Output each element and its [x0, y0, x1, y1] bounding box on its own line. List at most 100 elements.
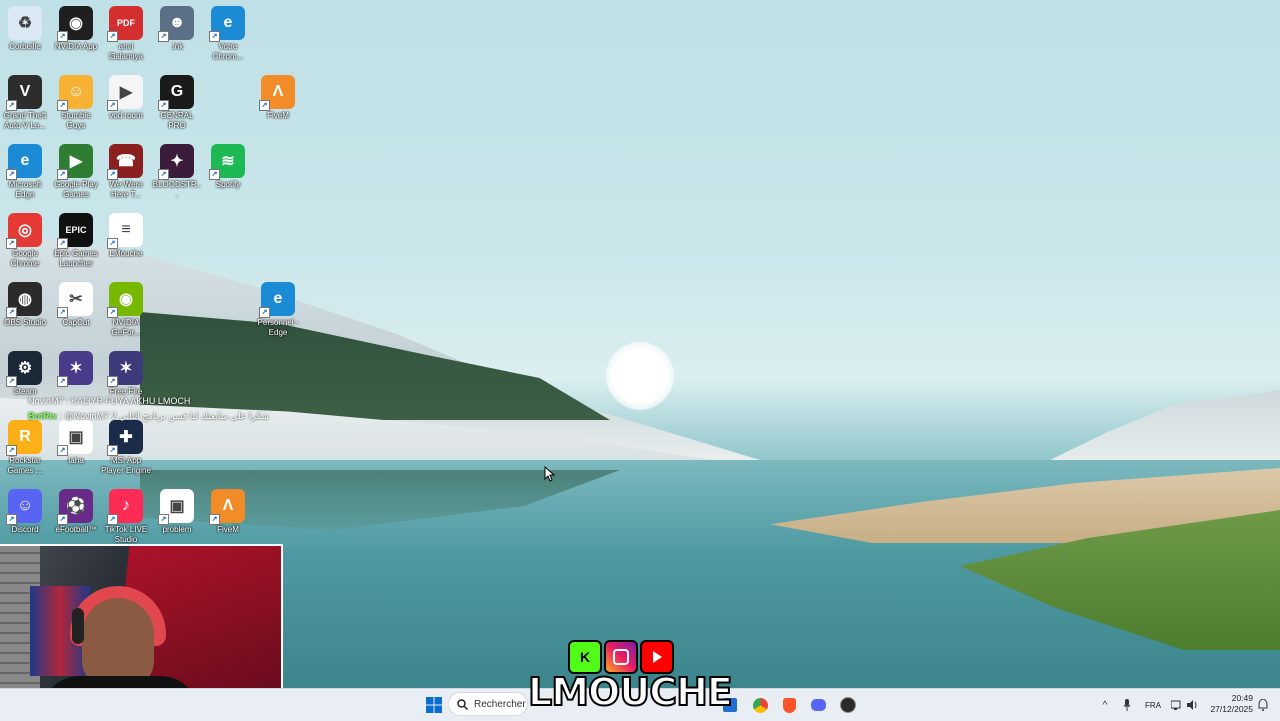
- desktop-icon[interactable]: ♻ Corbeille: [0, 2, 50, 52]
- desktop-icon[interactable]: ✶ ↗ Free Fire: [101, 347, 151, 397]
- shortcut-arrow-icon: ↗: [158, 169, 169, 180]
- desktop-icon-label: We Were Here T...: [109, 180, 143, 199]
- desktop-icon-label: FiveM: [267, 111, 289, 120]
- desktop-icon[interactable]: PDF ↗ anvi l3alamiya: [101, 2, 151, 62]
- shortcut-arrow-icon: ↗: [107, 376, 118, 387]
- windows-icon: [426, 697, 442, 713]
- desktop-icon-label: Google Play Games: [54, 180, 98, 199]
- desktop-icon[interactable]: ☺ ↗ Stumble Guys: [51, 71, 101, 131]
- shortcut-arrow-icon: ↗: [107, 238, 118, 249]
- desktop-icon[interactable]: ≡ ↗ LMouche: [101, 209, 151, 259]
- shortcut-arrow-icon: ↗: [57, 100, 68, 111]
- shortcut-arrow-icon: ↗: [6, 169, 17, 180]
- network-icon[interactable]: [1170, 693, 1184, 717]
- shortcut-arrow-icon: ↗: [57, 445, 68, 456]
- desktop-icon-label: NVIDIA App: [54, 42, 98, 51]
- desktop-icon-label: Discord: [11, 525, 39, 534]
- volume-icon[interactable]: [1186, 693, 1200, 717]
- desktop-icon[interactable]: ◉ ↗ NVIDIA App: [51, 2, 101, 52]
- taskbar-obs-button[interactable]: [838, 693, 858, 717]
- desktop-icon[interactable]: ☻ ↗ .lnk: [152, 2, 202, 52]
- desktop-icon-label: CapCut: [62, 318, 90, 327]
- desktop-icon[interactable]: G ↗ GENRAL PRO: [152, 71, 202, 131]
- desktop-icon[interactable]: R ↗ Rockstar Games ...: [0, 416, 50, 476]
- desktop-icon-label: FiveM: [217, 525, 239, 534]
- desktop-icon-label: .lnk: [170, 42, 184, 51]
- image-file-icon: ▣ ↗: [158, 489, 194, 525]
- language-indicator[interactable]: FRA: [1143, 693, 1163, 717]
- notification-bell-icon[interactable]: [1256, 693, 1270, 717]
- desktop-icon[interactable]: Λ ↗ FiveM: [253, 71, 303, 121]
- desktop-icon[interactable]: ♪ ↗ TikTok LIVE Studio: [101, 485, 151, 545]
- desktop-icon[interactable]: ≋ ↗ Spotify: [203, 140, 253, 190]
- desktop-icon[interactable]: ⚽ ↗ eFootball™: [51, 485, 101, 535]
- desktop-icon[interactable]: ◉ ↗ NVIDIA GeFor...: [101, 278, 151, 338]
- shortcut-arrow-icon: ↗: [209, 31, 220, 42]
- chrome-icon: [752, 697, 768, 713]
- desktop-icon[interactable]: ✦ ↗ BLOODSTR...: [152, 140, 202, 200]
- free-fire-icon: ✶ ↗: [107, 351, 143, 387]
- shortcut-arrow-icon: ↗: [209, 169, 220, 180]
- desktop-icon[interactable]: V ↗ Grand Theft Auto V Le...: [0, 71, 50, 131]
- desktop-icon-label: Epic Games Launcher: [54, 249, 98, 268]
- desktop-icon[interactable]: ⚙ ↗ Steam: [0, 347, 50, 397]
- shortcut-arrow-icon: ↗: [6, 238, 17, 249]
- desktop-icon[interactable]: e ↗ Microsoft Edge: [0, 140, 50, 200]
- pdf-icon: PDF ↗: [107, 6, 143, 42]
- desktop-icon[interactable]: ◍ ↗ OBS Studio: [0, 278, 50, 328]
- fivem-icon: Λ ↗: [259, 75, 295, 111]
- taskbar-discord-button[interactable]: [808, 693, 828, 717]
- desktop-icon[interactable]: ✚ ↗ MSI App Player Engine: [101, 416, 151, 476]
- shortcut-arrow-icon: ↗: [57, 307, 68, 318]
- microphone-icon[interactable]: [1120, 693, 1134, 717]
- shortcut-arrow-icon: ↗: [6, 445, 17, 456]
- stream-brand-name: LMOUCHE: [527, 669, 734, 715]
- instagram-icon: [604, 640, 638, 674]
- taskbar-chrome-button[interactable]: [750, 693, 770, 717]
- search-placeholder: Rechercher: [474, 698, 526, 710]
- clock-time: 20:49: [1231, 693, 1253, 703]
- desktop-icon[interactable]: e ↗ Votre Chrom...: [203, 2, 253, 62]
- youtube-icon: [640, 640, 674, 674]
- image-file-icon: ▣ ↗: [57, 420, 93, 456]
- desktop-icon[interactable]: EPIC ↗ Epic Games Launcher: [51, 209, 101, 269]
- shortcut-arrow-icon: ↗: [158, 514, 169, 525]
- taskbar-clock[interactable]: 20:49 27/12/2025: [1203, 693, 1253, 715]
- desktop-icon-label: Corbeille: [9, 42, 41, 51]
- nvidia-icon: ◉ ↗: [57, 6, 93, 42]
- shortcut-arrow-icon: ↗: [107, 169, 118, 180]
- obs-icon: ◍ ↗: [6, 282, 42, 318]
- shortcut-arrow-icon: ↗: [107, 514, 118, 525]
- tray-overflow-chevron-icon[interactable]: ^: [1098, 693, 1112, 717]
- wallpaper-mountains-right: [1050, 390, 1280, 460]
- brave-icon: [782, 697, 796, 713]
- desktop-icon-label: LMouche: [109, 249, 143, 258]
- stumble-guys-icon: ☺ ↗: [57, 75, 93, 111]
- desktop-icon[interactable]: ☺ ↗ Discord: [0, 485, 50, 535]
- search-icon: [457, 698, 468, 710]
- clock-date: 27/12/2025: [1210, 704, 1253, 714]
- desktop-icon[interactable]: ✂ ↗ CapCut: [51, 278, 101, 328]
- taskbar-brave-button[interactable]: [779, 693, 799, 717]
- shortcut-arrow-icon: ↗: [107, 31, 118, 42]
- desktop-icon-label: vod room: [109, 111, 143, 120]
- shortcut-arrow-icon: ↗: [107, 307, 118, 318]
- discord-icon: ☺ ↗: [6, 489, 42, 525]
- taskbar-search-box[interactable]: Rechercher: [448, 692, 528, 716]
- shortcut-arrow-icon: ↗: [259, 100, 270, 111]
- desktop-icon[interactable]: ▶ ↗ Google Play Games: [51, 140, 101, 200]
- shortcut-arrow-icon: ↗: [107, 100, 118, 111]
- desktop-icon[interactable]: ▶ ↗ vod room: [101, 71, 151, 121]
- desktop-icon[interactable]: ✶ ↗: [51, 347, 101, 387]
- shortcut-arrow-icon: ↗: [57, 514, 68, 525]
- desktop-icon[interactable]: ☎ ↗ We Were Here T...: [101, 140, 151, 200]
- desktop-icon-label: anvi l3alamiya: [109, 42, 143, 61]
- desktop-icon-label: Grand Theft Auto V Le...: [3, 111, 47, 130]
- start-button[interactable]: [424, 693, 444, 717]
- desktop-icon[interactable]: Λ ↗ FiveM: [203, 485, 253, 535]
- desktop-icon[interactable]: e ↗ Personnel - Edge: [253, 278, 303, 338]
- desktop-icon[interactable]: ◎ ↗ Google Chrome: [0, 209, 50, 269]
- desktop-icon[interactable]: ▣ ↗ problem: [152, 485, 202, 535]
- video-file-icon: ▶ ↗: [107, 75, 143, 111]
- desktop-icon[interactable]: ▣ ↗ taha: [51, 416, 101, 466]
